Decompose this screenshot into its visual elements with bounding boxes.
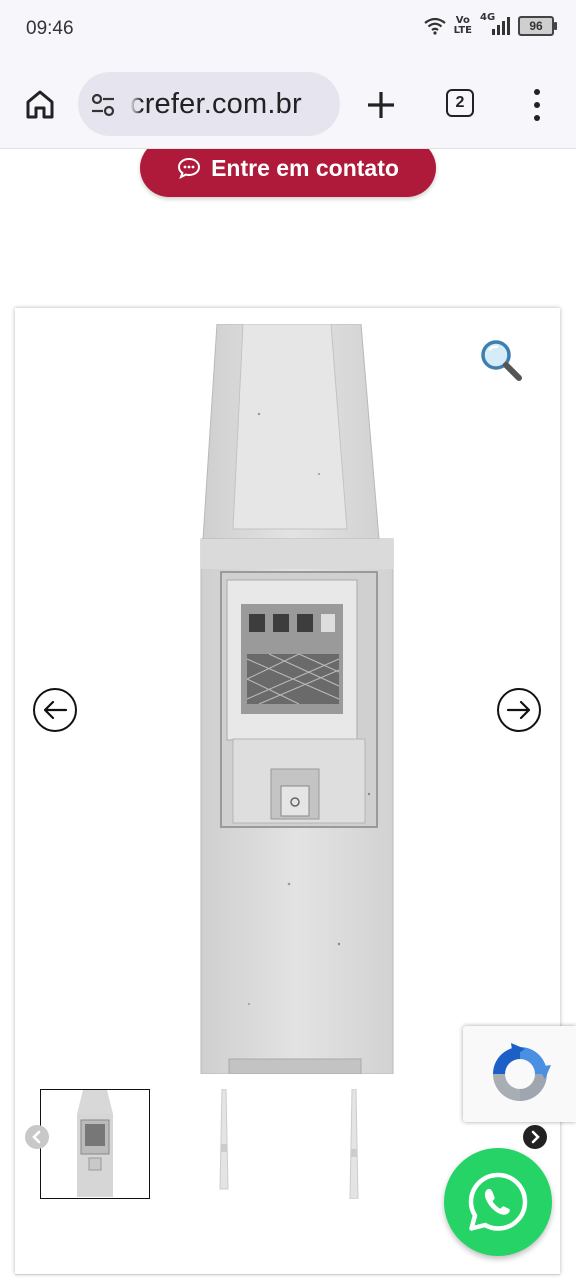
recaptcha-icon (493, 1043, 551, 1101)
section-divider (15, 1274, 560, 1280)
main-product-image[interactable] (199, 324, 395, 1074)
site-settings-icon[interactable] (90, 92, 116, 118)
tab-switcher-icon[interactable]: 2 (446, 89, 474, 117)
chevron-left-icon (32, 1130, 41, 1144)
next-image-arrow-icon[interactable] (496, 687, 542, 733)
contact-button-label: Entre em contato (211, 154, 399, 181)
battery-icon: 96 (518, 16, 557, 36)
tab-count: 2 (455, 94, 465, 111)
wifi-icon (423, 17, 446, 35)
url-text[interactable]: crefer.com.br (130, 88, 302, 121)
thumbnail-next-button[interactable] (523, 1125, 547, 1149)
thumbnail-strip (40, 1088, 510, 1201)
chevron-right-icon (531, 1130, 540, 1144)
status-icons: Vo LTE 4G 96 (423, 12, 557, 36)
overflow-menu-icon[interactable] (526, 86, 548, 124)
zoom-icon[interactable] (479, 338, 523, 382)
volte-icon: Vo LTE (454, 16, 472, 36)
address-bar[interactable]: crefer.com.br (78, 72, 340, 136)
status-time: 09:46 (26, 18, 74, 39)
home-button[interactable] (20, 84, 60, 124)
home-icon (26, 90, 54, 119)
browser-toolbar: crefer.com.br 2 (0, 62, 576, 149)
chat-bubble-icon (178, 157, 201, 179)
thumbnail-2[interactable] (170, 1088, 280, 1199)
volte-bottom-label: LTE (453, 25, 472, 36)
new-tab-plus-icon[interactable] (362, 86, 400, 124)
signal-icon: 4G (480, 12, 510, 36)
whatsapp-icon (468, 1172, 528, 1231)
thumbnail-1[interactable] (40, 1089, 150, 1199)
status-bar: 09:46 Vo LTE 4G 96 (0, 0, 576, 62)
whatsapp-button[interactable] (444, 1148, 552, 1256)
thumbnail-3[interactable] (300, 1088, 410, 1200)
battery-level: 96 (529, 19, 543, 33)
recaptcha-badge[interactable] (463, 1026, 576, 1122)
contact-button[interactable]: Entre em contato (140, 149, 436, 197)
thumbnail-prev-button[interactable] (25, 1125, 49, 1149)
previous-image-arrow-icon[interactable] (32, 687, 78, 733)
product-gallery (15, 308, 560, 1274)
